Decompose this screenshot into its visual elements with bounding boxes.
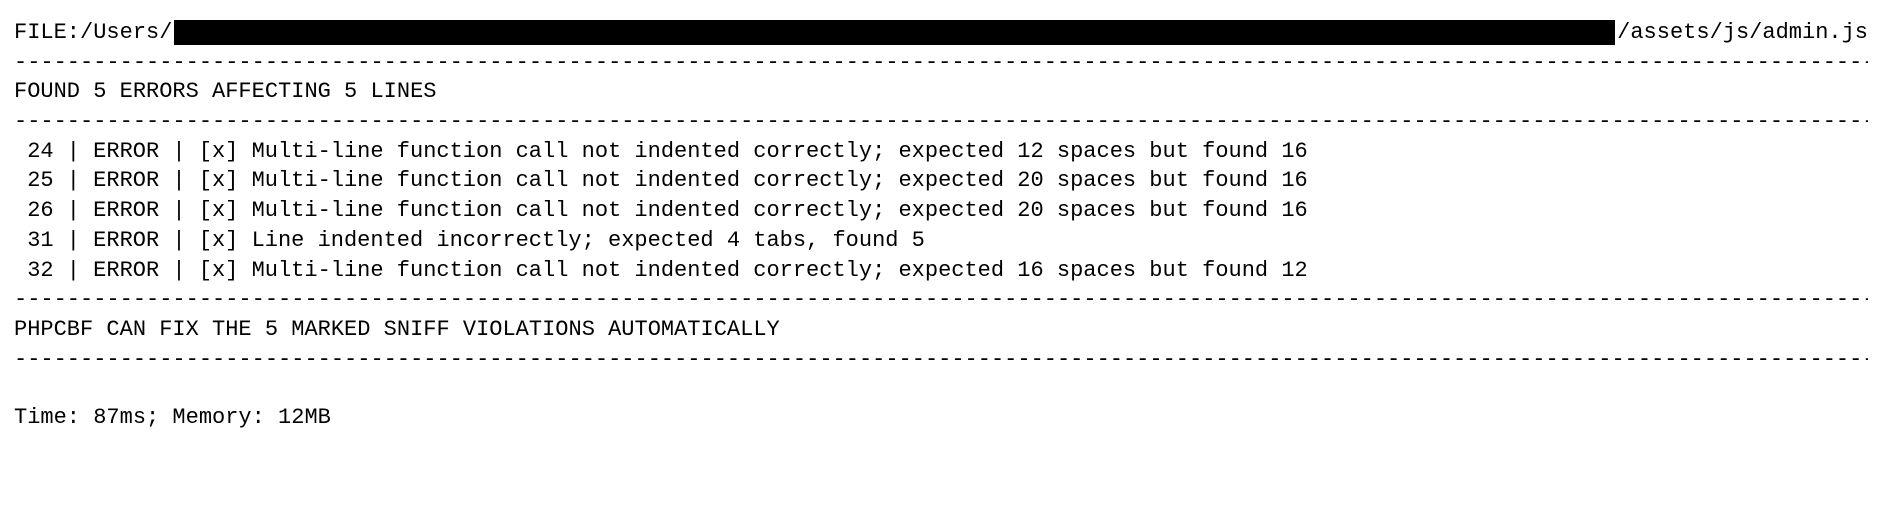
- error-row: 24 | ERROR | [x] Multi-line function cal…: [14, 137, 1868, 167]
- error-line-number: 32: [14, 256, 54, 286]
- fix-marker: [x]: [199, 228, 239, 253]
- column-separator: |: [159, 226, 199, 256]
- column-separator: |: [159, 137, 199, 167]
- error-text: Multi-line function call not indented co…: [252, 258, 1308, 283]
- error-message: [x] Multi-line function call not indente…: [199, 137, 1868, 167]
- file-path-suffix: /assets/js/admin.js: [1617, 18, 1868, 48]
- file-label: FILE:: [14, 18, 80, 48]
- fix-marker: [x]: [199, 258, 239, 283]
- error-message: [x] Multi-line function call not indente…: [199, 196, 1868, 226]
- column-separator: |: [54, 226, 94, 256]
- error-list: 24 | ERROR | [x] Multi-line function cal…: [14, 137, 1868, 285]
- error-text: Line indented incorrectly; expected 4 ta…: [252, 228, 925, 253]
- error-row: 25 | ERROR | [x] Multi-line function cal…: [14, 166, 1868, 196]
- error-type: ERROR: [93, 166, 159, 196]
- error-row: 32 | ERROR | [x] Multi-line function cal…: [14, 256, 1868, 286]
- error-line-number: 31: [14, 226, 54, 256]
- phpcs-output: FILE: /Users/ /assets/js/admin.js ------…: [0, 0, 1882, 457]
- error-message: [x] Multi-line function call not indente…: [199, 166, 1868, 196]
- fix-marker: [x]: [199, 168, 239, 193]
- error-message: [x] Multi-line function call not indente…: [199, 256, 1868, 286]
- fix-marker: [x]: [199, 139, 239, 164]
- divider: ----------------------------------------…: [14, 345, 1868, 375]
- error-text: Multi-line function call not indented co…: [252, 198, 1308, 223]
- fix-marker: [x]: [199, 198, 239, 223]
- error-line-number: 25: [14, 166, 54, 196]
- file-path-prefix: /Users/: [80, 18, 172, 48]
- stats-line: Time: 87ms; Memory: 12MB: [14, 403, 1868, 433]
- divider: ----------------------------------------…: [14, 285, 1868, 315]
- error-row: 26 | ERROR | [x] Multi-line function cal…: [14, 196, 1868, 226]
- error-type: ERROR: [93, 256, 159, 286]
- summary-line: FOUND 5 ERRORS AFFECTING 5 LINES: [14, 77, 1868, 107]
- divider: ----------------------------------------…: [14, 48, 1868, 78]
- column-separator: |: [54, 196, 94, 226]
- error-row: 31 | ERROR | [x] Line indented incorrect…: [14, 226, 1868, 256]
- error-text: Multi-line function call not indented co…: [252, 139, 1308, 164]
- error-line-number: 26: [14, 196, 54, 226]
- divider: ----------------------------------------…: [14, 107, 1868, 137]
- error-text: Multi-line function call not indented co…: [252, 168, 1308, 193]
- redacted-path: [174, 20, 1615, 45]
- column-separator: |: [54, 137, 94, 167]
- column-separator: |: [159, 166, 199, 196]
- column-separator: |: [54, 166, 94, 196]
- column-separator: |: [159, 196, 199, 226]
- column-separator: |: [159, 256, 199, 286]
- file-line: FILE: /Users/ /assets/js/admin.js: [14, 18, 1868, 48]
- error-line-number: 24: [14, 137, 54, 167]
- column-separator: |: [54, 256, 94, 286]
- error-type: ERROR: [93, 137, 159, 167]
- fix-note: PHPCBF CAN FIX THE 5 MARKED SNIFF VIOLAT…: [14, 315, 1868, 345]
- error-type: ERROR: [93, 196, 159, 226]
- error-message: [x] Line indented incorrectly; expected …: [199, 226, 1868, 256]
- error-type: ERROR: [93, 226, 159, 256]
